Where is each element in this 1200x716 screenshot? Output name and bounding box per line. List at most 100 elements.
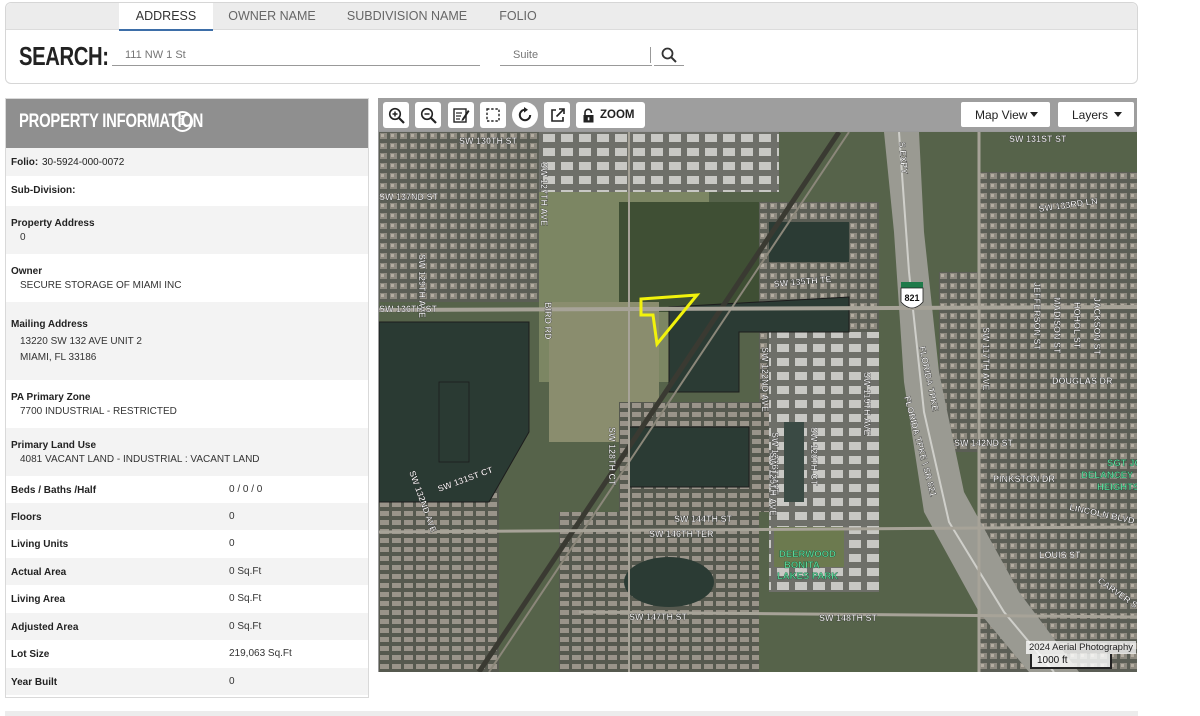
layers-label: Layers (1072, 107, 1109, 122)
area-label: HEIGHTS (1097, 482, 1137, 493)
tab-folio[interactable]: FOLIO (488, 3, 548, 30)
street-label: SW 120TH CT (809, 427, 819, 486)
zoom-lock-button[interactable]: ZOOM (576, 102, 645, 128)
subdivision-label: Sub-Division: (11, 185, 76, 196)
map-attribution: 2024 Aerial Photography (1025, 641, 1136, 654)
zoom-in-button[interactable] (383, 102, 409, 128)
primary-zone-value: 7700 INDUSTRIAL - RESTRICTED (20, 406, 177, 417)
living-area-value: 0 Sq.Ft (229, 593, 262, 604)
street-label: HOHOL ST (1072, 302, 1082, 349)
street-label: SW 128TH CT (607, 427, 617, 486)
street-label: SW 137ND ST (379, 192, 439, 202)
park-label: LAKES PARK (777, 571, 838, 582)
street-label: SW 130TH ST (459, 136, 518, 146)
external-link-button[interactable] (544, 102, 570, 128)
folio-row: Folio: 30-5924-000-0072 (6, 148, 368, 176)
property-address-label: Property Address (11, 218, 95, 229)
property-header: PROPERTY INFORMATION i (6, 99, 368, 148)
mailing-address-line1: 13220 SW 132 AVE UNIT 2 (20, 336, 142, 347)
info-icon[interactable]: i (172, 111, 193, 132)
tab-subdivision-name[interactable]: SUBDIVISION NAME (338, 3, 476, 30)
select-box-icon (486, 108, 500, 122)
zoom-out-button[interactable] (415, 102, 441, 128)
property-address-value: 0 (20, 232, 26, 243)
primary-zone-row: PA Primary Zone 7700 INDUSTRIAL - RESTRI… (6, 380, 368, 428)
tab-owner-name[interactable]: OWNER NAME (220, 3, 324, 30)
search-label: SEARCH: (19, 41, 109, 71)
adjusted-area-label: Adjusted Area (11, 622, 79, 633)
beds-baths-value: 0 / 0 / 0 (229, 484, 263, 495)
zoom-out-icon (420, 107, 437, 124)
property-address-row: Property Address 0 (6, 206, 368, 254)
map-view-label: Map View (975, 107, 1028, 122)
street-label: SW 119TH AVE (862, 372, 872, 436)
property-information-panel: PROPERTY INFORMATION i Folio: 30-5924-00… (5, 98, 369, 698)
suite-input[interactable] (500, 44, 652, 66)
street-label: SW 131ST ST (1009, 134, 1067, 144)
lot-size-row: Lot Size 219,063 Sq.Ft (6, 640, 368, 668)
lock-icon (583, 108, 594, 122)
lot-size-label: Lot Size (11, 649, 50, 660)
street-label: SW 117TH AVE (981, 327, 991, 391)
street-label: PINKSTON DR (993, 474, 1055, 484)
year-built-value: 0 (229, 676, 235, 687)
layers-dropdown[interactable]: Layers (1058, 102, 1134, 127)
street-label: SW 146TH TER (649, 529, 714, 539)
area-label: DELANCEY (1081, 470, 1134, 481)
primary-land-use-value: 4081 VACANT LAND - INDUSTRIAL : VACANT L… (20, 454, 260, 465)
floors-value: 0 (229, 511, 235, 522)
footer-strip (5, 711, 1138, 716)
living-units-value: 0 (229, 538, 235, 549)
owner-label: Owner (11, 266, 43, 277)
tab-address[interactable]: ADDRESS (119, 3, 213, 31)
floors-row: Floors 0 (6, 503, 368, 530)
owner-value: SECURE STORAGE OF MIAMI INC (20, 280, 182, 291)
mailing-address-label: Mailing Address (11, 319, 88, 330)
map-canvas[interactable]: 821 SW 130TH ST SW 131ST ST SW 133RD LN … (379, 132, 1137, 672)
year-built-row: Year Built 0 (6, 668, 368, 695)
street-label: DOUGLAS DR (1052, 376, 1113, 386)
search-tabs: ADDRESS OWNER NAME SUBDIVISION NAME FOLI… (6, 3, 1137, 31)
street-label: SW 127TH AVE (539, 162, 549, 226)
street-label: SW 129TH AVE (417, 254, 427, 318)
primary-zone-label: PA Primary Zone (11, 392, 91, 403)
year-built-label: Year Built (11, 677, 58, 688)
search-panel: ADDRESS OWNER NAME SUBDIVISION NAME FOLI… (5, 2, 1138, 84)
beds-baths-label: Beds / Baths /Half (11, 485, 97, 496)
mailing-address-row: Mailing Address 13220 SW 132 AVE UNIT 2 … (6, 302, 368, 380)
zoom-in-icon (388, 107, 405, 124)
adjusted-area-row: Adjusted Area 0 Sq.Ft (6, 613, 368, 640)
search-button[interactable] (654, 44, 684, 66)
select-box-button[interactable] (480, 102, 506, 128)
street-label: JACKSON ST (1092, 297, 1102, 356)
map-view-dropdown[interactable]: Map View (961, 102, 1050, 127)
adjusted-area-value: 0 Sq.Ft (229, 621, 262, 632)
street-label: SW 144TH ST (674, 514, 733, 524)
street-label: MADISON ST (1052, 297, 1062, 354)
living-units-label: Living Units (11, 539, 69, 550)
chevron-down-icon (1114, 112, 1122, 117)
street-label: BIRD RD (543, 302, 553, 340)
beds-baths-row: Beds / Baths /Half 0 / 0 / 0 (6, 476, 368, 503)
street-label: SW 142ND ST (954, 438, 1014, 448)
search-icon (661, 47, 677, 63)
map-toolbar: ZOOM Map View Layers (378, 98, 1137, 131)
map-panel: ZOOM Map View Layers 821 SW 130TH ST SW … (378, 98, 1137, 672)
primary-land-use-row: Primary Land Use 4081 VACANT LAND - INDU… (6, 428, 368, 476)
area-label: SGT JOE (1107, 458, 1137, 469)
folio-value: 30-5924-000-0072 (42, 157, 125, 168)
floors-label: Floors (11, 512, 42, 523)
living-area-label: Living Area (11, 594, 66, 605)
aerial-map: 821 SW 130TH ST SW 131ST ST SW 133RD LN … (379, 132, 1137, 672)
living-area-row: Living Area 0 Sq.Ft (6, 585, 368, 613)
street-label: SW 122ND AVE (760, 347, 770, 412)
highway-shield-text: 821 (904, 293, 919, 303)
refresh-button[interactable] (512, 102, 538, 128)
address-search-input[interactable] (112, 44, 480, 66)
edit-button[interactable] (448, 102, 474, 128)
folio-label: Folio: (11, 157, 39, 168)
living-units-row: Living Units 0 (6, 530, 368, 558)
street-label: SW 147TH ST (629, 612, 688, 622)
actual-area-label: Actual Area (11, 567, 67, 578)
external-link-icon (550, 107, 565, 122)
